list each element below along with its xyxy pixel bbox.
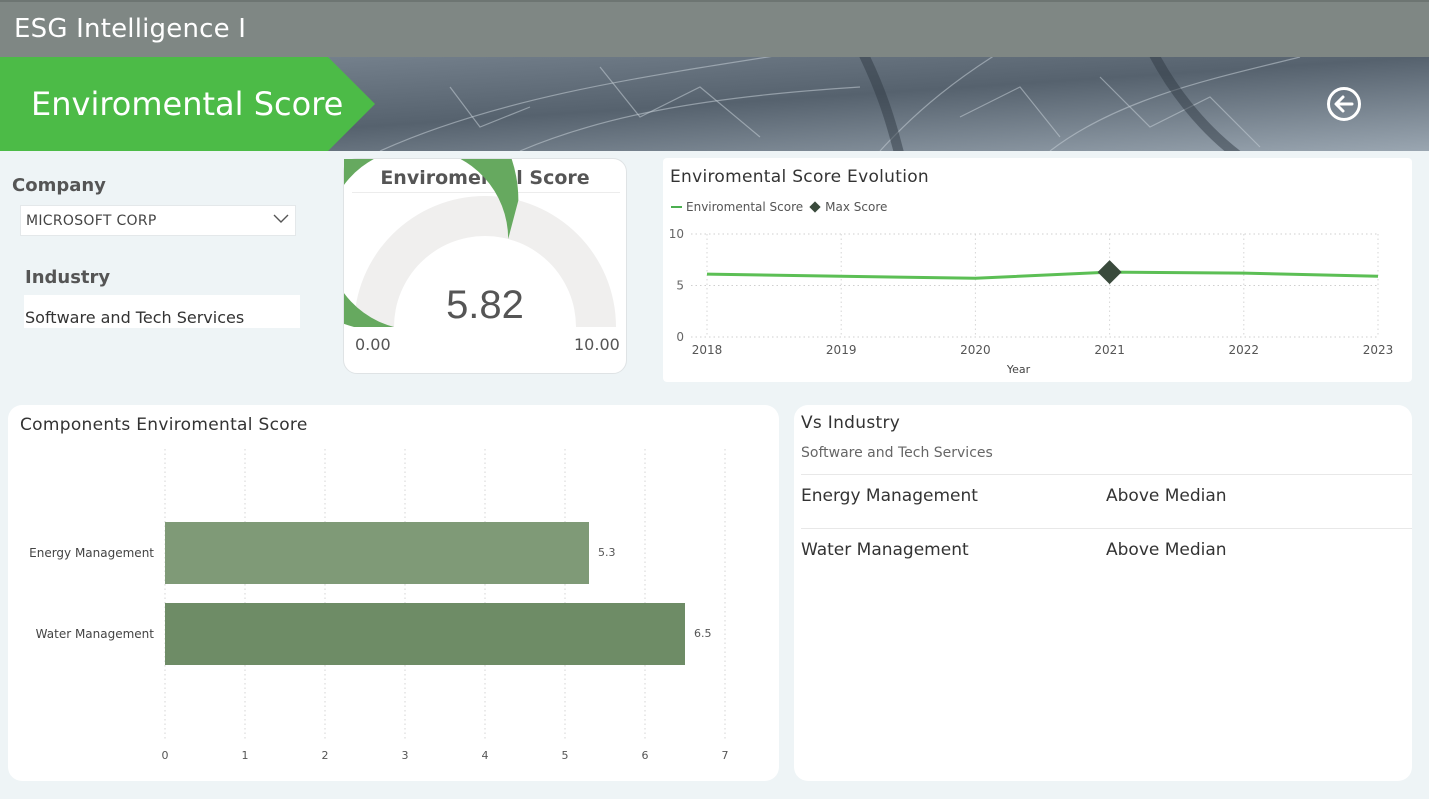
row-status: Above Median	[1106, 540, 1227, 560]
evolution-card: Enviromental Score Evolution Enviromenta…	[663, 158, 1412, 382]
table-row: Water Management Above Median	[801, 528, 1412, 583]
y-tick-label: 10	[669, 227, 684, 241]
row-component-name: Water Management	[801, 540, 969, 560]
table-row: Energy Management Above Median	[801, 474, 1412, 529]
x-tick-label: 2021	[1094, 343, 1125, 357]
x-tick-label: 2022	[1229, 343, 1260, 357]
x-tick-label: 6	[642, 749, 649, 762]
x-tick-label: 3	[402, 749, 409, 762]
x-axis-title: Year	[1006, 363, 1031, 376]
x-tick-label: 0	[162, 749, 169, 762]
industry-value-box: Software and Tech Services	[24, 295, 300, 328]
industry-value: Software and Tech Services	[25, 308, 245, 327]
vs-industry-subtitle: Software and Tech Services	[801, 445, 993, 461]
gauge-min-label: 0.00	[355, 335, 391, 354]
company-dropdown[interactable]: MICROSOFT CORP	[20, 205, 296, 236]
page-banner: Enviromental Score	[0, 57, 1429, 151]
x-tick-label: 2	[322, 749, 329, 762]
y-tick-label: 0	[676, 330, 684, 344]
x-tick-label: 2018	[692, 343, 723, 357]
company-selected-value: MICROSOFT CORP	[26, 213, 157, 229]
x-tick-label: 5	[562, 749, 569, 762]
bar-value-label: 5.3	[598, 546, 616, 559]
y-category-label: Water Management	[36, 627, 155, 641]
vs-industry-card: Vs Industry Software and Tech Services E…	[794, 405, 1412, 781]
app-title: ESG Intelligence I	[14, 14, 247, 44]
components-bar-chart: 0 1 2 3 4 5 6 7 Energy Management 5.3 Water Manage…	[29, 449, 729, 762]
app-header: ESG Intelligence I	[0, 0, 1429, 57]
row-status: Above Median	[1106, 486, 1227, 506]
max-score-marker	[1097, 260, 1122, 285]
company-label: Company	[12, 175, 106, 196]
gauge-value: 5.82	[446, 283, 524, 327]
series-line-enviromental-score	[706, 270, 1379, 280]
chevron-down-icon	[273, 214, 289, 223]
components-card: Components Enviromental Score 0 1 2 3 4 5 6 7 En…	[8, 405, 779, 781]
vs-industry-title: Vs Industry	[801, 413, 901, 433]
x-tick-label: 2020	[960, 343, 991, 357]
y-tick-label: 5	[676, 279, 684, 293]
industry-label: Industry	[25, 267, 111, 288]
arrow-left-circle-icon[interactable]	[1326, 86, 1362, 122]
y-category-label: Energy Management	[29, 546, 154, 560]
gauge-max-label: 10.00	[574, 335, 620, 354]
x-tick-label: 7	[722, 749, 729, 762]
gauge-card: Enviromental Score 5.82 0.00 10.00	[343, 158, 627, 374]
evolution-line-chart: 0 5 10 2018 2019 2020 2021 2022 2023 Year	[669, 227, 1394, 376]
x-tick-label: 2023	[1363, 343, 1394, 357]
page-title: Enviromental Score	[31, 85, 344, 123]
x-tick-label: 2019	[826, 343, 857, 357]
bar-value-label: 6.5	[694, 627, 712, 640]
bar-energy-management	[165, 522, 589, 584]
bar-water-management	[165, 603, 685, 665]
x-tick-label: 4	[482, 749, 489, 762]
x-tick-label: 1	[242, 749, 249, 762]
row-component-name: Energy Management	[801, 486, 978, 506]
